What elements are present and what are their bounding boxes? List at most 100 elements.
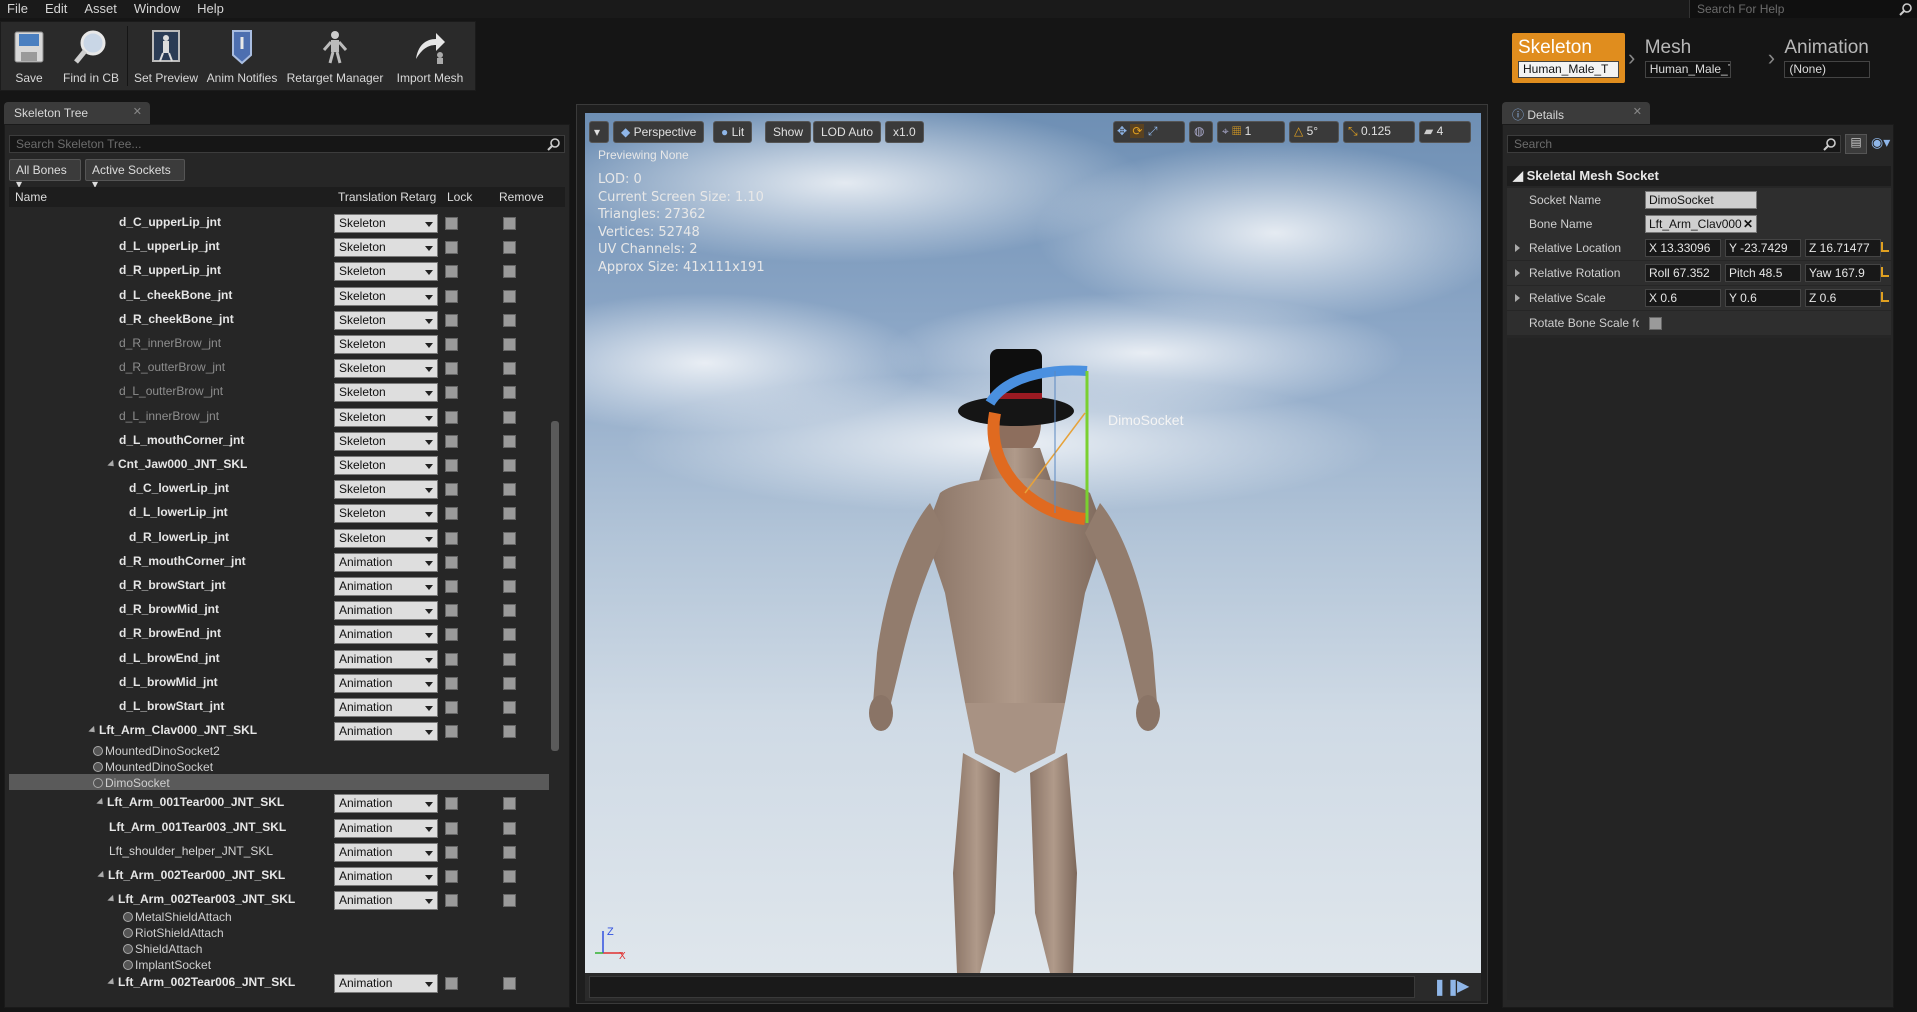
lock-checkbox[interactable] [445,845,458,859]
surface-snap-icon[interactable]: ⌖ [1222,124,1229,138]
scale-snap-value[interactable]: 0.125 [1361,124,1391,138]
set-preview-button[interactable]: Set Preview [130,22,202,90]
angle-snap-icon[interactable]: △ [1294,124,1303,138]
tree-row[interactable]: d_R_outterBrow_jnt Skeleton [9,356,549,380]
remove-checkbox[interactable] [503,894,516,908]
translation-retarget-dropdown[interactable]: Skeleton [334,262,438,282]
lock-checkbox[interactable] [445,628,458,642]
rotate-bone-scale-checkbox[interactable] [1649,317,1662,330]
translation-retarget-dropdown[interactable]: Animation [334,625,438,645]
close-icon[interactable]: ✕ [1633,105,1642,118]
tree-row[interactable]: d_L_cheekBone_jnt Skeleton [9,284,549,308]
mode-skeleton[interactable]: Skeleton Human_Male_T [1512,33,1625,83]
tree-row[interactable]: Cnt_Jaw000_JNT_SKL Skeleton [9,453,549,477]
translation-retarget-dropdown[interactable]: Skeleton [334,359,438,379]
translation-retarget-dropdown[interactable]: Animation [334,577,438,596]
lock-checkbox[interactable] [445,507,458,521]
camera-speed-value[interactable]: 4 [1437,124,1444,138]
remove-checkbox[interactable] [503,870,516,883]
remove-checkbox[interactable] [503,338,516,351]
socket-row[interactable]: ShieldAttach [9,940,549,956]
section-skeletal-mesh-socket[interactable]: ◢ Skeletal Mesh Socket [1507,166,1891,186]
expand-arrow-icon[interactable] [107,978,117,988]
socket-row[interactable]: DimoSocket [9,774,549,791]
world-local-toggle[interactable]: ◍ [1189,121,1213,143]
remove-checkbox[interactable] [503,410,516,424]
remove-checkbox[interactable] [503,434,516,448]
expand-arrow-icon[interactable] [107,895,117,905]
tree-row[interactable]: d_R_browMid_jnt Animation [9,598,549,622]
lit-button[interactable]: ● Lit [713,121,753,143]
mode-mesh[interactable]: Mesh Human_Male_T [1639,33,1765,83]
skeleton-asset-field[interactable]: Human_Male_T [1518,61,1619,78]
column-remove[interactable]: Remove [499,190,544,204]
socket-row[interactable]: MountedDinoSocket2 [9,742,549,758]
socket-name-field[interactable]: DimoSocket [1645,191,1757,209]
tree-row[interactable]: Lft_Arm_002Tear006_JNT_SKL Animation [9,971,549,995]
remove-checkbox[interactable] [503,580,516,593]
translation-retarget-dropdown[interactable]: Animation [334,698,438,717]
tree-row[interactable]: Lft_Arm_001Tear003_JNT_SKL Animation [9,816,549,840]
menu-edit[interactable]: Edit [38,0,77,18]
play-icon[interactable]: ▶ [1457,976,1469,996]
sockets-filter-dropdown[interactable]: Active Sockets ▾ [85,159,185,191]
reset-to-default-icon[interactable] [1881,267,1889,277]
translation-retarget-dropdown[interactable]: Skeleton [334,238,438,258]
scale-x-field[interactable]: X 0.6 [1645,289,1721,307]
remove-checkbox[interactable] [503,604,516,618]
close-icon[interactable]: ✕ [133,105,142,118]
bones-filter-dropdown[interactable]: All Bones ▾ [9,159,81,191]
expand-arrow-icon[interactable] [1515,244,1520,252]
tree-row[interactable]: d_L_upperLip_jnt Skeleton [9,235,549,259]
expand-arrow-icon[interactable] [1515,294,1520,302]
skeleton-search-input[interactable]: Search Skeleton Tree... [9,135,565,153]
location-x-field[interactable]: X 13.33096 [1645,239,1721,257]
lock-checkbox[interactable] [445,362,458,376]
translation-retarget-dropdown[interactable]: Skeleton [334,504,438,524]
lock-checkbox[interactable] [445,434,458,448]
column-translation-retargeting[interactable]: Translation Retarg [338,190,436,204]
scale-z-field[interactable]: Z 0.6 [1805,289,1881,307]
tree-row[interactable]: Lft_Arm_002Tear000_JNT_SKL Animation [9,864,549,888]
socket-row[interactable]: MetalShieldAttach [9,908,549,924]
lock-checkbox[interactable] [445,265,458,279]
help-search-input[interactable]: Search For Help [1689,0,1917,18]
scale-snap-icon[interactable]: ⤡ [1348,124,1358,138]
rotation-roll-field[interactable]: Roll 67.352 [1645,264,1721,282]
lock-checkbox[interactable] [445,652,458,666]
tree-row[interactable]: d_R_innerBrow_jnt Skeleton [9,332,549,356]
tree-row[interactable]: Lft_Arm_Clav000_JNT_SKL Animation [9,719,549,743]
lod-button[interactable]: LOD Auto [813,121,882,143]
remove-checkbox[interactable] [503,797,516,811]
scale-icon[interactable]: ⤢ [1148,124,1158,138]
remove-checkbox[interactable] [503,628,516,642]
expand-arrow-icon[interactable] [97,870,107,881]
tree-row[interactable]: d_L_mouthCorner_jnt Skeleton [9,429,549,453]
perspective-button[interactable]: ◆ Perspective [613,121,705,143]
tab-details[interactable]: ⓘ Details ✕ [1502,102,1650,124]
tree-row[interactable]: d_C_upperLip_jnt Skeleton [9,211,549,235]
tree-row[interactable]: d_R_browStart_jnt Animation [9,574,549,598]
menu-asset[interactable]: Asset [77,0,127,18]
tree-row[interactable]: d_L_innerBrow_jnt Skeleton [9,405,549,429]
show-button[interactable]: Show [765,121,812,143]
location-y-field[interactable]: Y -23.7429 [1725,239,1801,257]
translation-retarget-dropdown[interactable]: Animation [334,649,438,669]
find-in-cb-button[interactable]: Find in CB [57,22,125,90]
translation-retarget-dropdown[interactable]: Animation [334,974,438,994]
lock-checkbox[interactable] [445,821,458,835]
remove-checkbox[interactable] [503,289,516,303]
rotation-pitch-field[interactable]: Pitch 48.5 [1725,264,1801,282]
remove-checkbox[interactable] [503,217,516,230]
translation-retarget-dropdown[interactable]: Skeleton [334,286,438,306]
lock-checkbox[interactable] [445,313,458,327]
lock-checkbox[interactable] [445,531,458,545]
tree-row[interactable]: d_L_browEnd_jnt Animation [9,647,549,671]
translation-retarget-dropdown[interactable]: Skeleton [334,480,438,500]
translation-retarget-dropdown[interactable]: Animation [334,867,438,886]
remove-checkbox[interactable] [503,676,516,690]
socket-row[interactable]: RiotShieldAttach [9,924,549,940]
lock-checkbox[interactable] [445,870,458,883]
retarget-manager-button[interactable]: Retarget Manager [282,22,388,90]
lock-checkbox[interactable] [445,797,458,811]
